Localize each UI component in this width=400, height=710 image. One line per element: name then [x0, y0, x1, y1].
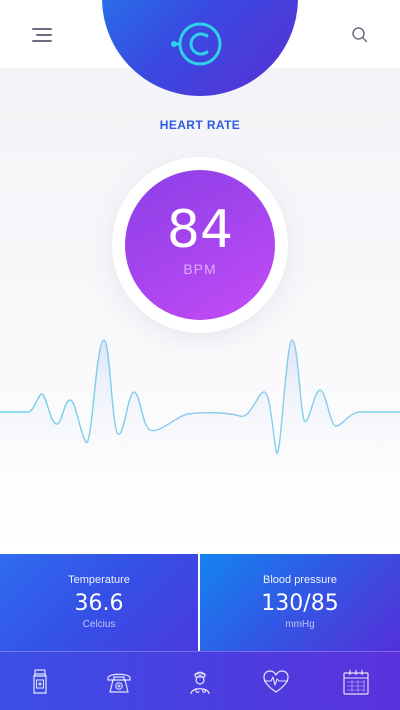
bpm-unit: BPM	[183, 261, 217, 277]
blood-pressure-unit: mmHg	[285, 619, 315, 630]
logo-icon[interactable]	[168, 18, 230, 70]
bpm-value: 84	[166, 200, 234, 260]
blood-pressure-value: 130/85	[261, 591, 339, 616]
search-icon[interactable]	[350, 25, 370, 45]
app-screen: HEART RATE 84 BPM Temperature 36.6 Celci…	[0, 0, 400, 710]
heart-rate-title: HEART RATE	[159, 118, 241, 132]
doctor-icon[interactable]	[185, 667, 215, 697]
heartbeat-waveform	[0, 339, 400, 490]
calendar-icon[interactable]	[341, 667, 371, 697]
blood-pressure-card[interactable]: Blood pressure 130/85 mmHg	[200, 554, 400, 651]
temperature-label: Temperature	[68, 574, 130, 586]
vitals-summary: Temperature 36.6 Celcius Blood pressure …	[0, 554, 400, 651]
phone-icon[interactable]	[104, 667, 134, 697]
heartbeat-icon[interactable]	[261, 667, 291, 697]
bottom-navigation	[0, 651, 400, 710]
temperature-value: 36.6	[74, 591, 124, 616]
blood-pressure-label: Blood pressure	[263, 574, 337, 586]
medicine-bottle-icon[interactable]	[25, 667, 55, 697]
temperature-unit: Celcius	[82, 619, 116, 630]
temperature-card[interactable]: Temperature 36.6 Celcius	[0, 554, 198, 651]
menu-icon[interactable]	[32, 26, 54, 44]
